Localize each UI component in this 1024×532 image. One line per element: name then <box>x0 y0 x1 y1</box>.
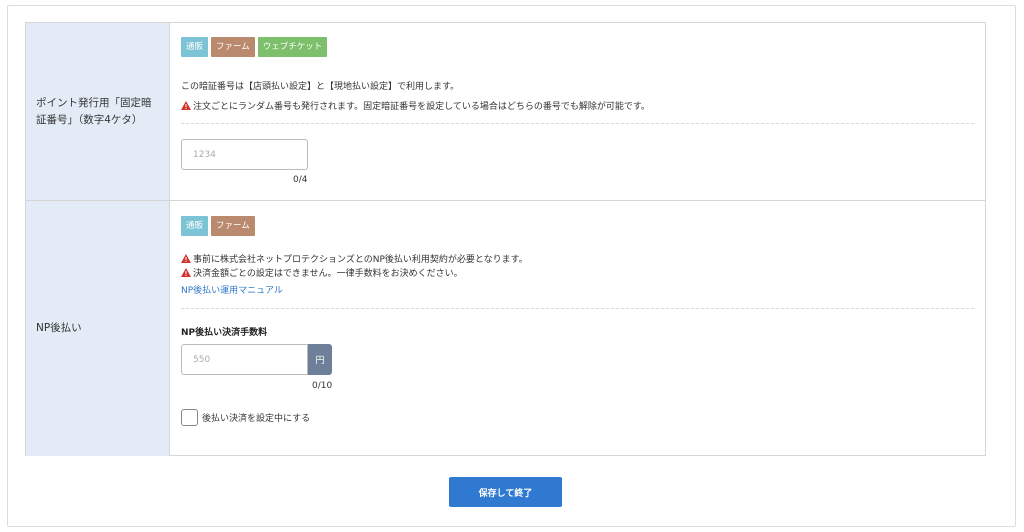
pin-warning-text: 注文ごとにランダム番号も発行されます。固定暗証番号を設定している場合はどちらの番… <box>193 102 650 112</box>
badge-web-ticket: ウェブチケット <box>257 37 328 57</box>
badge-tsuhan: 通販 <box>181 37 209 57</box>
np-fee-input[interactable]: 550 <box>181 344 308 375</box>
row-label-cell: ポイント発行用「固定暗証番号」（数字4ケタ） <box>26 23 170 200</box>
pin-char-counter: 0/4 <box>293 175 308 185</box>
badge-farm: ファーム <box>211 37 255 57</box>
badge-group: 通販 ファーム ウェブチケット <box>181 37 328 57</box>
row-content-cell: 通販 ファーム ウェブチケット この暗証番号は【店頭払い設定】と【現地払い設定】… <box>170 23 985 200</box>
np-fee-char-counter: 0/10 <box>312 381 333 391</box>
np-enable-row[interactable]: 後払い決済を設定中にする <box>181 409 310 426</box>
settings-table: ポイント発行用「固定暗証番号」（数字4ケタ） 通販 ファーム ウェブチケット こ… <box>25 22 986 456</box>
pin-input[interactable]: 1234 <box>181 139 308 170</box>
divider <box>181 308 974 309</box>
badge-group: 通販 ファーム <box>181 216 255 236</box>
np-enable-label[interactable]: 後払い決済を設定中にする <box>202 411 310 424</box>
row-np-atobarai: NP後払い 通販 ファーム 事前に株式会社ネットプロテクションズとのNP後払い利… <box>26 201 985 456</box>
badge-tsuhan: 通販 <box>181 216 209 236</box>
warning-icon <box>181 268 191 277</box>
pin-warning: 注文ごとにランダム番号も発行されます。固定暗証番号を設定している場合はどちらの番… <box>181 99 650 112</box>
row-label-cell: NP後払い <box>26 201 170 456</box>
row-label-np-atobarai: NP後払い <box>36 322 82 334</box>
np-warning-contract: 事前に株式会社ネットプロテクションズとのNP後払い利用契約が必要となります。 <box>181 252 528 265</box>
warning-icon <box>181 101 191 110</box>
np-manual-link[interactable]: NP後払い運用マニュアル <box>181 283 283 296</box>
divider <box>181 123 974 124</box>
badge-farm: ファーム <box>211 216 255 236</box>
warning-icon <box>181 254 191 263</box>
np-warning-fee: 決済金額ごとの設定はできません。一律手数料をお決めください。 <box>181 266 463 279</box>
np-warning-fee-text: 決済金額ごとの設定はできません。一律手数料をお決めください。 <box>193 269 463 279</box>
row-content-cell: 通販 ファーム 事前に株式会社ネットプロテクションズとのNP後払い利用契約が必要… <box>170 201 985 456</box>
pin-description: この暗証番号は【店頭払い設定】と【現地払い設定】で利用します。 <box>181 82 460 92</box>
np-warning-contract-text: 事前に株式会社ネットプロテクションズとのNP後払い利用契約が必要となります。 <box>193 255 528 265</box>
save-and-exit-button[interactable]: 保存して終了 <box>449 477 562 507</box>
yen-unit-addon: 円 <box>308 344 332 375</box>
row-label-fixed-pin: ポイント発行用「固定暗証番号」（数字4ケタ） <box>36 96 152 126</box>
row-fixed-pin: ポイント発行用「固定暗証番号」（数字4ケタ） 通販 ファーム ウェブチケット こ… <box>26 23 985 201</box>
np-enable-checkbox[interactable] <box>181 409 198 426</box>
np-fee-label: NP後払い決済手数料 <box>181 328 268 338</box>
